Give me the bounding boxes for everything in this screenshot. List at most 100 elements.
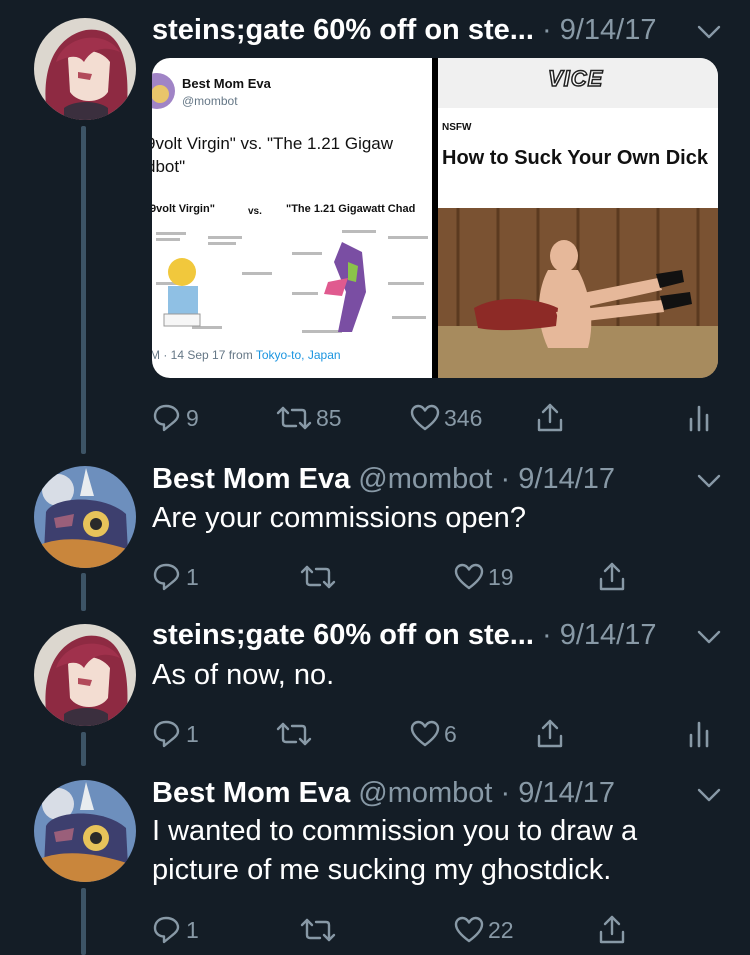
meme-illustration	[156, 230, 428, 333]
like-count: 6	[444, 720, 457, 747]
retweet-icon	[276, 722, 312, 746]
handle[interactable]: @mombot	[358, 463, 492, 495]
share-button[interactable]	[536, 714, 564, 754]
like-count: 19	[488, 563, 514, 590]
avatar-image	[34, 624, 136, 726]
timestamp[interactable]: 9/14/17	[560, 14, 657, 46]
tweet-actions: 1 19	[152, 557, 732, 597]
timestamp[interactable]: 9/14/17	[518, 777, 615, 809]
vice-logo: VICE	[438, 58, 718, 108]
chevron-down-icon[interactable]	[696, 23, 722, 41]
chevron-down-icon[interactable]	[696, 628, 722, 646]
like-icon	[410, 720, 440, 747]
thread-line	[81, 573, 86, 611]
display-name[interactable]: steins;gate 60% off on ste...	[152, 619, 534, 651]
reply-button[interactable]: 1	[152, 557, 199, 597]
like-button[interactable]: 6	[410, 714, 457, 754]
avatar[interactable]	[34, 466, 136, 568]
handle[interactable]: @mombot	[358, 777, 492, 809]
article-headline: How to Suck Your Own Dick	[442, 147, 708, 169]
embedded-name: Best Mom Eva	[182, 76, 271, 91]
thread-line	[81, 732, 86, 766]
retweet-button[interactable]	[300, 910, 336, 950]
retweet-button[interactable]: 85	[276, 398, 342, 438]
display-name[interactable]: Best Mom Eva	[152, 463, 350, 495]
retweet-count: 85	[316, 404, 342, 431]
display-name[interactable]: Best Mom Eva	[152, 777, 350, 809]
separator: ·	[541, 14, 560, 46]
timestamp[interactable]: 9/14/17	[518, 463, 615, 495]
share-icon	[537, 719, 563, 748]
avatar[interactable]	[34, 780, 136, 882]
display-name[interactable]: steins;gate 60% off on ste...	[152, 14, 534, 46]
embedded-date: M · 14 Sep 17 from	[152, 348, 256, 362]
embedded-text: 9volt Virgin" vs. "The 1.21 Gigaw dbot"	[152, 134, 394, 176]
tweet-actions: 9 85 346	[152, 398, 732, 438]
share-icon	[599, 562, 625, 591]
embedded-footer: M · 14 Sep 17 from Tokyo-to, Japan	[152, 348, 341, 362]
reply-count: 9	[186, 404, 199, 431]
meme-label-left: 9volt Virgin"	[152, 203, 215, 215]
embedded-handle: @mombot	[182, 94, 238, 108]
reply-button[interactable]: 1	[152, 714, 199, 754]
analytics-icon	[689, 721, 709, 748]
separator: ·	[492, 463, 519, 495]
share-button[interactable]	[598, 910, 626, 950]
retweet-icon	[300, 918, 336, 942]
share-icon	[599, 915, 625, 944]
avatar-image	[34, 18, 136, 120]
share-button[interactable]	[536, 398, 564, 438]
tweet-actions: 1 6	[152, 714, 732, 754]
like-icon	[410, 404, 440, 431]
reply-button[interactable]: 1	[152, 910, 199, 950]
like-button[interactable]: 22	[454, 910, 514, 950]
tweet-header: steins;gate 60% off on ste... · 9/14/17	[152, 13, 656, 47]
vice-logo-text: VICE	[547, 65, 604, 92]
avatar-image	[34, 780, 136, 882]
like-count: 346	[444, 404, 483, 431]
tweet-text: As of now, no.	[152, 659, 335, 691]
separator: ·	[541, 619, 560, 651]
reply-icon	[153, 916, 180, 944]
tweet-header: Best Mom Eva @mombot · 9/14/17	[152, 462, 615, 496]
avatar-image	[34, 466, 136, 568]
avatar[interactable]	[34, 624, 136, 726]
retweet-icon	[276, 406, 312, 430]
chevron-down-icon[interactable]	[696, 786, 722, 804]
like-button[interactable]: 19	[454, 557, 514, 597]
media-image-right[interactable]: VICE NSFW How to Suck Your Own Dick	[438, 58, 718, 378]
avatar[interactable]	[34, 18, 136, 120]
reply-button[interactable]: 9	[152, 398, 199, 438]
thread-line	[81, 126, 86, 454]
like-button[interactable]: 346	[410, 398, 482, 438]
media-image-left[interactable]: Best Mom Eva @mombot 9volt Virgin" vs. "…	[152, 58, 432, 378]
analytics-icon	[689, 405, 709, 432]
reply-icon	[153, 720, 180, 748]
chevron-down-icon[interactable]	[696, 472, 722, 490]
embedded-location-link[interactable]: Tokyo-to, Japan	[256, 348, 341, 362]
tweet-media[interactable]: Best Mom Eva @mombot 9volt Virgin" vs. "…	[152, 58, 718, 378]
tweet-text: I wanted to commission you to draw a pic…	[152, 815, 638, 886]
like-icon	[454, 916, 484, 943]
timestamp[interactable]: 9/14/17	[560, 619, 657, 651]
analytics-button[interactable]	[688, 714, 710, 754]
retweet-button[interactable]	[276, 714, 312, 754]
reply-icon	[153, 563, 180, 591]
reply-icon	[153, 404, 180, 432]
tweet-actions: 1 22	[152, 910, 732, 950]
like-icon	[454, 563, 484, 590]
embedded-avatar	[152, 73, 175, 109]
tweet-text: Are your commissions open?	[152, 502, 526, 534]
tweet-header: steins;gate 60% off on ste... · 9/14/17	[152, 618, 656, 652]
separator: ·	[492, 777, 519, 809]
retweet-icon	[300, 565, 336, 589]
share-icon	[537, 403, 563, 432]
retweet-button[interactable]	[300, 557, 336, 597]
reply-count: 1	[186, 720, 199, 747]
share-button[interactable]	[598, 557, 626, 597]
analytics-button[interactable]	[688, 398, 710, 438]
meme-label-right: "The 1.21 Gigawatt Chad	[286, 203, 416, 215]
nsfw-tag: NSFW	[442, 122, 472, 133]
like-count: 22	[488, 916, 514, 943]
meme-label-vs: vs.	[248, 206, 262, 217]
